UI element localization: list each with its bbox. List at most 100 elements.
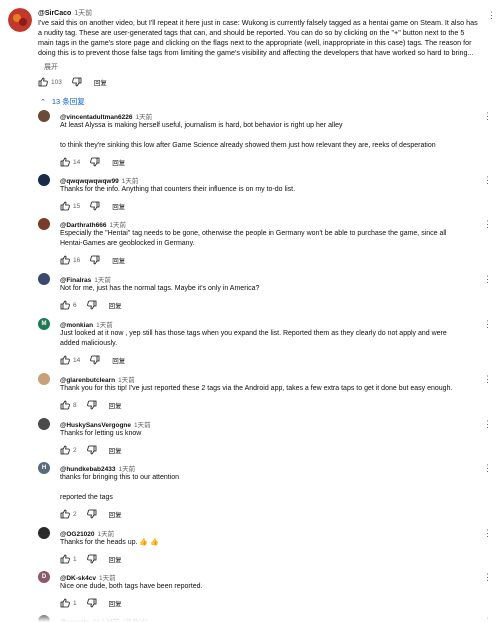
author-name[interactable]: @DK-sk4cv <box>60 575 96 582</box>
author-name[interactable]: @Darthrath666 <box>60 222 106 229</box>
replies-toggle[interactable]: ⌃ 13 条回复 <box>40 96 85 107</box>
avatar[interactable] <box>38 273 50 285</box>
thumbs-up-icon[interactable] <box>60 255 70 265</box>
thumbs-down-icon[interactable] <box>90 355 100 365</box>
comment-author[interactable]: @OG21020 1天前 <box>60 528 114 538</box>
comment-body: I've said this on another video, but I'l… <box>38 18 494 58</box>
author-name[interactable]: @qwqwqwqwqw99 <box>60 178 119 185</box>
reply-button[interactable]: 回复 <box>112 157 125 167</box>
thumbs-up-icon[interactable] <box>60 157 70 167</box>
avatar[interactable]: D <box>38 571 50 583</box>
thumbs-down-icon[interactable] <box>90 157 100 167</box>
comment-time: 1天前 <box>134 422 151 429</box>
author-name[interactable]: @SirCaco <box>38 10 71 17</box>
thumbs-down-icon[interactable] <box>86 445 97 455</box>
author-name[interactable]: @vincentadultman6226 <box>60 114 132 121</box>
thumbs-down-icon[interactable] <box>86 300 97 310</box>
more-options-icon[interactable]: ⋮ <box>483 419 492 430</box>
author-name[interactable]: @OG21020 <box>60 531 95 538</box>
thumbs-up-icon[interactable] <box>60 400 70 410</box>
comment-line: Just looked at it now , yep still has th… <box>60 330 447 337</box>
avatar[interactable] <box>8 8 32 32</box>
thumbs-up-icon[interactable] <box>60 201 70 211</box>
more-options-icon[interactable]: ⋮ <box>483 274 492 285</box>
comment-author[interactable]: @hundkebab2433 1天前 <box>60 463 135 473</box>
thumbs-up-icon[interactable] <box>60 300 70 310</box>
avatar[interactable]: H <box>38 462 50 474</box>
comment-author[interactable]: @Finalras 1天前 <box>60 274 111 284</box>
like-count: 8 <box>73 401 77 409</box>
more-options-icon[interactable]: ⋮ <box>483 175 492 186</box>
comment-author[interactable]: @DK-sk4cv 1天前 <box>60 572 116 582</box>
avatar[interactable]: M <box>38 318 50 330</box>
like-count: 1 <box>73 555 77 563</box>
comment-author[interactable]: @Darthrath666 1天前 <box>60 219 126 229</box>
avatar[interactable] <box>38 418 50 430</box>
comment-author[interactable]: @SirCaco 1天前 <box>38 8 92 18</box>
thumbs-up-icon[interactable] <box>38 77 48 87</box>
thumbs-up-icon[interactable] <box>60 554 70 564</box>
reply-button[interactable]: 回复 <box>109 300 122 310</box>
comment-line: Hentai-Games are geoblocked in Germany. <box>60 240 195 247</box>
comment-author[interactable]: @HuskySansVergogne 1天前 <box>60 419 151 429</box>
thumbs-down-icon[interactable] <box>86 554 97 564</box>
comment-line: Not for me, just has the normal tags. Ma… <box>60 285 260 292</box>
chevron-up-icon: ⌃ <box>40 98 46 106</box>
comment-actions: 14 回复 <box>60 156 125 168</box>
thumbs-down-icon[interactable] <box>90 255 100 265</box>
more-options-icon[interactable]: ⋮ <box>483 374 492 385</box>
comment-author[interactable]: @monkian 1天前 <box>60 319 113 329</box>
reply-button[interactable]: 回复 <box>112 201 125 211</box>
more-options-icon[interactable]: ⋮ <box>483 572 492 583</box>
reply-button[interactable]: 回复 <box>112 255 125 265</box>
comment-line: At least Alyssa is making herself useful… <box>60 122 343 129</box>
thumbs-up-icon[interactable] <box>60 355 70 365</box>
comment-author[interactable]: @vincentadultman6226 1天前 <box>60 111 152 121</box>
reply-button[interactable]: 回复 <box>109 445 122 455</box>
thumbs-up-icon[interactable] <box>60 509 70 519</box>
more-options-icon[interactable]: ⋮ <box>483 111 492 122</box>
reply-button[interactable]: 回复 <box>109 400 122 410</box>
thumbs-up-icon[interactable] <box>60 445 70 455</box>
avatar[interactable] <box>38 174 50 186</box>
comment-author[interactable]: @qwqwqwqwqw99 1天前 <box>60 175 138 185</box>
reply-button[interactable]: 回复 <box>112 355 125 365</box>
like-count: 2 <box>73 446 77 454</box>
avatar[interactable] <box>38 218 50 230</box>
reply-button[interactable]: 回复 <box>109 509 122 519</box>
comment-line: Thanks for letting us know <box>60 430 142 437</box>
more-options-icon[interactable]: ⋮ <box>487 10 496 21</box>
avatar[interactable] <box>38 373 50 385</box>
more-options-icon[interactable]: ⋮ <box>483 319 492 330</box>
author-name[interactable]: @Finalras <box>60 277 91 284</box>
thumbs-down-icon[interactable] <box>86 509 97 519</box>
reply-button[interactable]: 回复 <box>109 598 122 608</box>
avatar[interactable] <box>38 110 50 122</box>
more-options-icon[interactable]: ⋮ <box>483 463 492 474</box>
comment-time: 1天前 <box>96 322 113 329</box>
thumbs-down-icon[interactable] <box>72 77 82 87</box>
replies-count: 13 条回复 <box>51 97 85 106</box>
comment-actions: 15 回复 <box>60 200 125 212</box>
comment-line: main tags in the game's store page and c… <box>38 38 472 47</box>
comment-actions: 1 回复 <box>60 597 122 609</box>
reply-button[interactable]: 回复 <box>109 554 122 564</box>
thumbs-down-icon[interactable] <box>86 598 97 608</box>
comment-time: 1天前 <box>94 277 111 284</box>
reply-button[interactable]: 回复 <box>94 77 107 87</box>
comment-line: Especially the "Hentai" tag needs to be … <box>60 230 447 237</box>
more-options-icon[interactable]: ⋮ <box>483 528 492 539</box>
author-name[interactable]: @glarenbutclearn <box>60 377 115 384</box>
author-name[interactable]: @hundkebab2433 <box>60 466 115 473</box>
avatar[interactable] <box>38 527 50 539</box>
thumbs-up-icon[interactable] <box>60 598 70 608</box>
thumbs-down-icon[interactable] <box>90 201 100 211</box>
author-name[interactable]: @monkian <box>60 322 93 329</box>
more-options-icon[interactable]: ⋮ <box>483 219 492 230</box>
comment-author[interactable]: @glarenbutclearn 1天前 <box>60 374 135 384</box>
comment-actions: 16 回复 <box>60 254 125 266</box>
expand-link[interactable]: 展开 <box>44 62 58 72</box>
author-name[interactable]: @HuskySansVergogne <box>60 422 131 429</box>
comment-time: 1天前 <box>109 222 127 229</box>
thumbs-down-icon[interactable] <box>86 400 97 410</box>
